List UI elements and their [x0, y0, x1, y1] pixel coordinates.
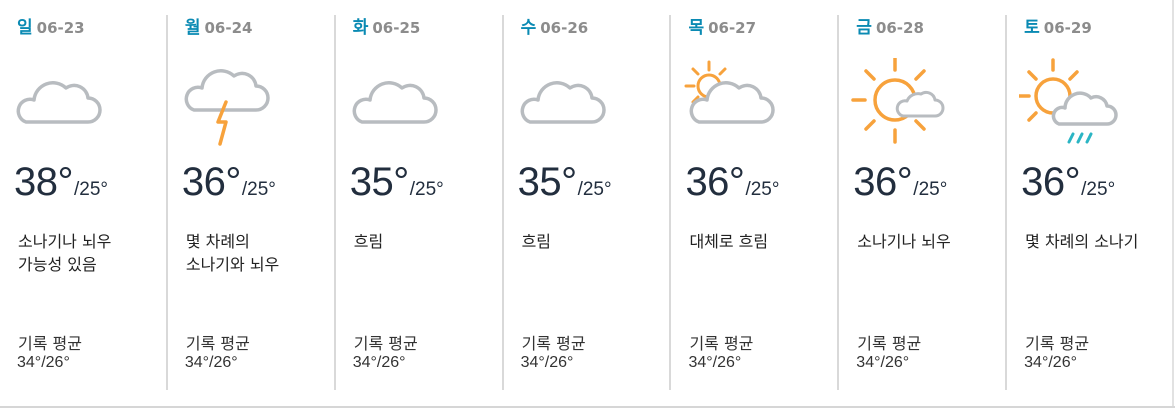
day-card[interactable]: 월 06-24 36°/25° 몇 차례의 소나기와 뇌우 기록 평균 34°/2…	[168, 0, 336, 404]
temperature-range: 36°/25°	[1021, 160, 1115, 205]
panel-right-border	[1172, 0, 1174, 406]
weekday-label: 금	[856, 18, 872, 38]
panel-bottom-border	[0, 406, 1175, 408]
condition-text: 흐림	[521, 232, 552, 251]
temperature-range: 35°/25°	[350, 160, 444, 205]
condition-text: 몇 차례의 소나기	[1025, 232, 1139, 251]
cloud-icon	[16, 81, 102, 124]
temperature-range: 36°/25°	[853, 160, 947, 205]
cloud-icon	[352, 81, 438, 124]
thunderstorm-icon	[184, 69, 270, 146]
date-label: 06-29	[1043, 19, 1092, 37]
record-average-label: 기록 평균	[521, 334, 586, 353]
weekday-label: 일	[17, 18, 33, 38]
temperature-range: 35°/25°	[518, 160, 612, 205]
temperature-range: 36°/25°	[685, 160, 779, 205]
record-average-value: 34°/26°	[688, 354, 742, 371]
date-label: 06-25	[372, 19, 421, 37]
high-temperature: 35°	[517, 160, 578, 204]
day-card[interactable]: 수 06-26 35°/25° 흐림 기록 평균 34°/26°	[504, 0, 672, 404]
date-label: 06-23	[36, 19, 85, 37]
day-card[interactable]: 금 06-28 36°/25° 소나기나 뇌우 기록 평균 34°/26°	[839, 0, 1008, 404]
high-temperature: 36°	[685, 160, 745, 204]
low-temperature: /25°	[409, 179, 444, 200]
date-label: 06-24	[204, 19, 253, 37]
record-average-value: 34°/26°	[352, 354, 406, 371]
low-temperature: /25°	[745, 179, 780, 200]
day-header: 토 06-29	[1024, 13, 1092, 38]
weekday-label: 수	[520, 18, 537, 38]
record-average-value: 34°/26°	[17, 354, 70, 371]
record-average-value: 34°/26°	[184, 354, 238, 371]
record-average-value: 34°/26°	[856, 354, 910, 371]
high-temperature: 35°	[349, 160, 410, 204]
date-label: 06-28	[875, 19, 924, 37]
record-average-label: 기록 평균	[185, 334, 250, 353]
condition-text: 대체로 흐림	[689, 232, 769, 251]
date-label: 06-26	[540, 19, 589, 37]
day-card[interactable]: 화 06-25 35°/25° 흐림 기록 평균 34°/26°	[336, 0, 504, 404]
record-average-label: 기록 평균	[857, 334, 922, 353]
high-temperature: 36°	[853, 160, 913, 204]
day-header: 화 06-25	[352, 13, 421, 38]
daily-forecast-strip: 일 06-23 38°/25° 소나기나 뇌우 가능성 있음 기록 평균 34°/…	[0, 0, 1175, 404]
weekday-label: 월	[184, 18, 201, 38]
record-average-label: 기록 평균	[1025, 334, 1090, 353]
day-card[interactable]: 목 06-27 36°/25° 대체로 흐림 기록 평균 34°/26°	[671, 0, 840, 404]
condition-text: 소나기나 뇌우 가능성 있음	[18, 232, 112, 274]
day-header: 금 06-28	[856, 13, 924, 38]
temperature-range: 36°/25°	[182, 160, 276, 205]
day-header: 일 06-23	[17, 13, 85, 38]
day-header: 월 06-24	[184, 13, 253, 38]
day-card[interactable]: 토 06-29 36°/25° 몇 차례의 소나기 기록 평균 34°/26°	[1007, 0, 1175, 404]
weekday-label: 토	[1024, 18, 1040, 38]
low-temperature: /25°	[241, 179, 276, 200]
record-average-label: 기록 평균	[689, 334, 754, 353]
mostly-cloudy-icon	[684, 60, 776, 124]
partly-sunny-icon	[851, 58, 945, 144]
low-temperature: /25°	[913, 179, 948, 200]
day-header: 수 06-26	[520, 13, 589, 38]
low-temperature: /25°	[577, 179, 612, 200]
date-label: 06-27	[708, 19, 757, 37]
high-temperature: 36°	[181, 160, 242, 204]
record-average-value: 34°/26°	[520, 354, 574, 371]
condition-text: 흐림	[353, 232, 384, 251]
high-temperature: 36°	[1021, 160, 1081, 204]
record-average-label: 기록 평균	[353, 334, 418, 353]
cloud-icon	[520, 81, 606, 124]
weekday-label: 목	[688, 18, 705, 38]
low-temperature: /25°	[74, 179, 109, 200]
high-temperature: 38°	[14, 160, 74, 204]
record-average-value: 34°/26°	[1024, 354, 1077, 371]
weekday-label: 화	[352, 18, 369, 38]
condition-text: 소나기나 뇌우	[857, 232, 951, 251]
record-average-label: 기록 평균	[18, 334, 82, 353]
sun-showers-icon	[1019, 58, 1118, 144]
temperature-range: 38°/25°	[14, 160, 108, 205]
day-card[interactable]: 일 06-23 38°/25° 소나기나 뇌우 가능성 있음 기록 평균 34°/…	[0, 0, 168, 404]
day-header: 목 06-27	[688, 13, 757, 38]
low-temperature: /25°	[1081, 179, 1116, 200]
condition-text: 몇 차례의 소나기와 뇌우	[185, 232, 280, 274]
